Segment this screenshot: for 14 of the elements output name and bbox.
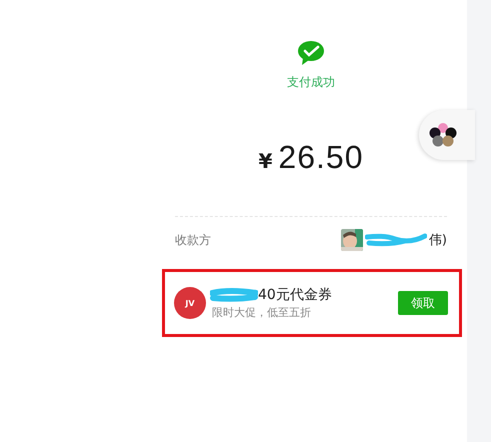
currency-sign: ¥ [258, 149, 272, 173]
coupon-title: 40元代金券 [258, 286, 332, 304]
floating-bubble[interactable] [419, 110, 475, 160]
payee-name: 伟) [428, 232, 447, 249]
coupon-subtitle: 限时大促，低至五折 [211, 305, 312, 320]
chat-check-icon [297, 40, 325, 66]
flower-icon [429, 122, 457, 148]
store-logo: JV [174, 287, 206, 319]
status-title: 支付成功 [287, 74, 335, 91]
payee-label: 收款方 [175, 232, 211, 248]
amount-value: 26.50 [278, 139, 364, 176]
redaction-scribble [210, 288, 258, 302]
redaction-scribble [364, 233, 427, 247]
claim-button[interactable]: 领取 [398, 291, 448, 315]
